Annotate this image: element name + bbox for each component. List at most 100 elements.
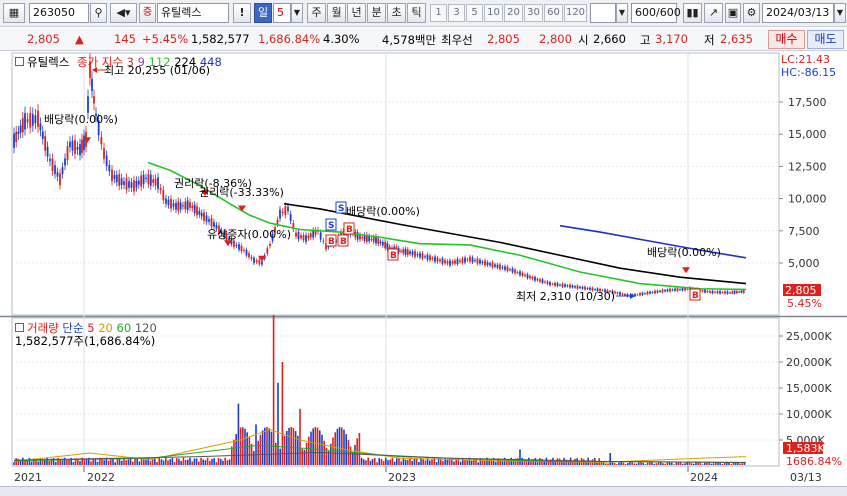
interval-20-button[interactable]: 20: [504, 4, 523, 22]
candle-body: [539, 279, 541, 282]
sell-button[interactable]: 매도: [807, 30, 844, 49]
volume-bar: [46, 457, 48, 465]
date-field[interactable]: 2024/03/13: [762, 3, 834, 23]
volume-bar: [224, 457, 226, 465]
search-icon[interactable]: ⚲: [90, 3, 107, 23]
volume-bar: [633, 463, 636, 465]
candle-body: [300, 235, 302, 238]
candle-body: [111, 169, 113, 182]
volume-bar: [187, 459, 189, 465]
volume-bar: [235, 434, 237, 465]
period-year-button[interactable]: 년: [347, 3, 366, 23]
quote-bar: 2,805 ▲ 145 +5.45% 1,582,577 1,686.84% 4…: [0, 28, 847, 51]
volume-bar: [484, 460, 486, 465]
draw-tool-icon[interactable]: ↗: [704, 3, 723, 23]
period-week-button[interactable]: 주: [307, 3, 326, 23]
buy-signal-marker-letter: B: [346, 225, 353, 235]
volume-bar: [429, 460, 431, 465]
candle-body: [165, 198, 167, 204]
gear-icon[interactable]: ⚙: [743, 3, 760, 23]
stock-name-field[interactable]: 유틸렉스: [157, 3, 229, 23]
save-icon[interactable]: ▣: [725, 3, 741, 23]
volume-bar: [655, 463, 658, 465]
interval-custom-field[interactable]: [590, 3, 616, 23]
interval-1-button[interactable]: 1: [430, 4, 447, 22]
volume-bar: [305, 442, 308, 465]
candle-body: [521, 272, 524, 276]
stock-code-input[interactable]: 263050: [29, 3, 89, 23]
interval-60-button[interactable]: 60: [544, 4, 563, 22]
candle-body: [61, 167, 64, 174]
info-icon[interactable]: !: [233, 3, 251, 23]
chevron-down-icon[interactable]: ▼: [834, 3, 846, 23]
period-day-button[interactable]: 일: [254, 3, 272, 23]
buy-button[interactable]: 매수: [768, 30, 805, 49]
chevron-down-icon[interactable]: ▼: [291, 3, 303, 23]
volume-bar: [376, 462, 378, 465]
candle-body: [381, 241, 384, 246]
volume-bar: [303, 449, 306, 465]
period-tick-button[interactable]: 틱: [407, 3, 426, 23]
ma9-legend: 9: [137, 55, 145, 69]
volume-bar: [393, 461, 396, 465]
volume-bar: [622, 462, 625, 465]
volume-bar: [382, 460, 385, 465]
period-minute-button[interactable]: 분: [367, 3, 386, 23]
volume-bar: [127, 459, 130, 465]
data-count-field[interactable]: 600/600: [631, 3, 681, 23]
interval-10-button[interactable]: 10: [484, 4, 503, 22]
price-legend: 유틸렉스 종가 지수 3 9 112 224 448: [15, 54, 222, 70]
volume-bar: [268, 428, 270, 465]
volume-bar: [261, 430, 264, 465]
volume-bar: [682, 463, 684, 465]
volume-bar: [653, 463, 655, 465]
volume-bar: [519, 449, 521, 465]
candle-body: [175, 203, 177, 210]
volume-bar: [332, 437, 334, 465]
candle-body: [441, 258, 444, 264]
period-month-button[interactable]: 월: [327, 3, 346, 23]
volume-tick-label: 20,000K: [786, 356, 832, 369]
candle-body: [579, 286, 581, 289]
volume-bar: [288, 428, 290, 465]
sound-icon[interactable]: ◀▾: [110, 3, 137, 23]
candle-body: [44, 136, 47, 151]
candle-body: [529, 275, 531, 279]
volume-bar: [400, 461, 402, 465]
bar-chart-icon[interactable]: ▮▮: [683, 3, 702, 23]
period-count-field[interactable]: 5: [273, 3, 291, 23]
volume-bar: [222, 460, 224, 465]
candle-body: [524, 274, 526, 276]
volume-bar: [629, 461, 631, 465]
volume-bar: [657, 461, 660, 465]
interval-120-button[interactable]: 120: [564, 4, 587, 22]
candle-body: [476, 258, 479, 264]
x-label-2024: 2024: [690, 471, 718, 484]
candle-body: [639, 293, 641, 296]
interval-3-button[interactable]: 3: [448, 4, 465, 22]
candle-body: [534, 276, 536, 281]
volume-bar: [110, 458, 112, 465]
scroll-bar[interactable]: [0, 486, 847, 496]
candle-body: [541, 279, 544, 284]
volume-bar: [19, 460, 22, 465]
interval-5-button[interactable]: 5: [466, 4, 483, 22]
candle-body: [666, 289, 669, 292]
stock-chart[interactable]: B BBBBSS 17,50015,00012,50010,0007,5005,0…: [0, 52, 847, 486]
volume-bar: [145, 459, 147, 465]
period-second-button[interactable]: 초: [387, 3, 406, 23]
interval-30-button[interactable]: 30: [524, 4, 543, 22]
volume-bar: [281, 362, 284, 465]
chart-settings-icon[interactable]: [15, 57, 24, 66]
candle-body: [388, 246, 391, 249]
volume-settings-icon[interactable]: [15, 323, 24, 332]
volume-bar: [512, 461, 515, 465]
chart-menu-icon[interactable]: ▦: [3, 3, 25, 23]
volume-bar: [631, 462, 633, 465]
dividend-annotation: 배당락(0.00%): [44, 113, 118, 126]
volume-bar: [431, 459, 433, 465]
candle-body: [137, 180, 140, 185]
candle-body: [37, 110, 39, 127]
chevron-down-icon[interactable]: ▼: [616, 3, 628, 23]
volume-bar: [411, 461, 413, 465]
